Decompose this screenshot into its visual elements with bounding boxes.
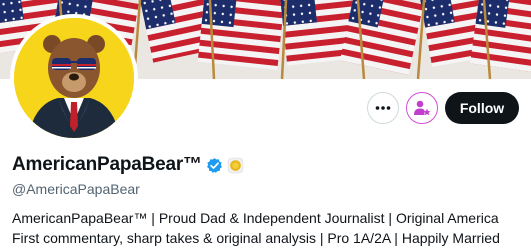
- profile-bio: AmericanPapaBear™ | Proud Dad & Independ…: [12, 210, 500, 246]
- follow-button[interactable]: Follow: [445, 92, 519, 124]
- more-options-button[interactable]: [367, 92, 399, 124]
- subscribe-button[interactable]: [406, 92, 438, 124]
- verified-badge-icon[interactable]: [206, 157, 223, 174]
- name-row: AmericanPapaBear™: [12, 154, 244, 176]
- avatar[interactable]: [14, 18, 134, 138]
- profile-handle: @AmericaPapaBear: [12, 181, 140, 197]
- subscribe-icon: [414, 100, 431, 116]
- more-icon: [375, 106, 391, 110]
- display-name: AmericanPapaBear™: [12, 154, 202, 175]
- avatar-frame[interactable]: [10, 14, 138, 142]
- gold-affiliate-badge-icon[interactable]: [227, 157, 244, 174]
- bear-in-suit-avatar-image: [14, 18, 134, 138]
